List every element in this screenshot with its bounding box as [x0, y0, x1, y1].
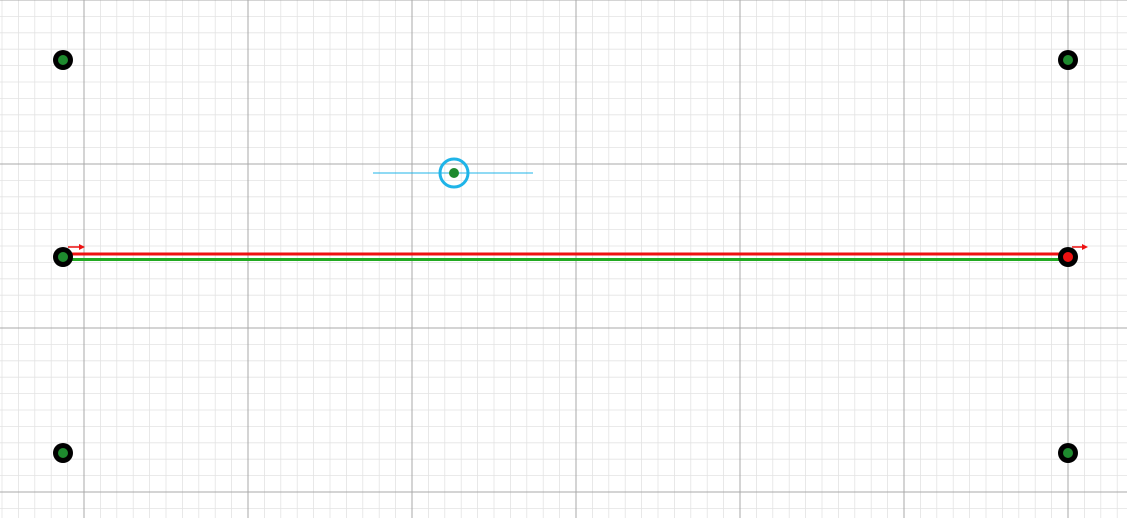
node-top-left[interactable] [53, 50, 73, 70]
node-path-end[interactable] [1058, 247, 1078, 267]
node-bottom-left[interactable] [53, 443, 73, 463]
direction-arrow-icon [1072, 244, 1088, 250]
editor-canvas[interactable] [0, 0, 1127, 518]
node-path-start[interactable] [53, 247, 73, 267]
handle-center-point[interactable] [449, 168, 459, 178]
node-bottom-right[interactable] [1058, 443, 1078, 463]
canvas-svg[interactable] [0, 0, 1127, 518]
selection-handle-icon[interactable] [373, 157, 533, 189]
direction-arrow-icon [68, 244, 85, 250]
node-top-right[interactable] [1058, 50, 1078, 70]
